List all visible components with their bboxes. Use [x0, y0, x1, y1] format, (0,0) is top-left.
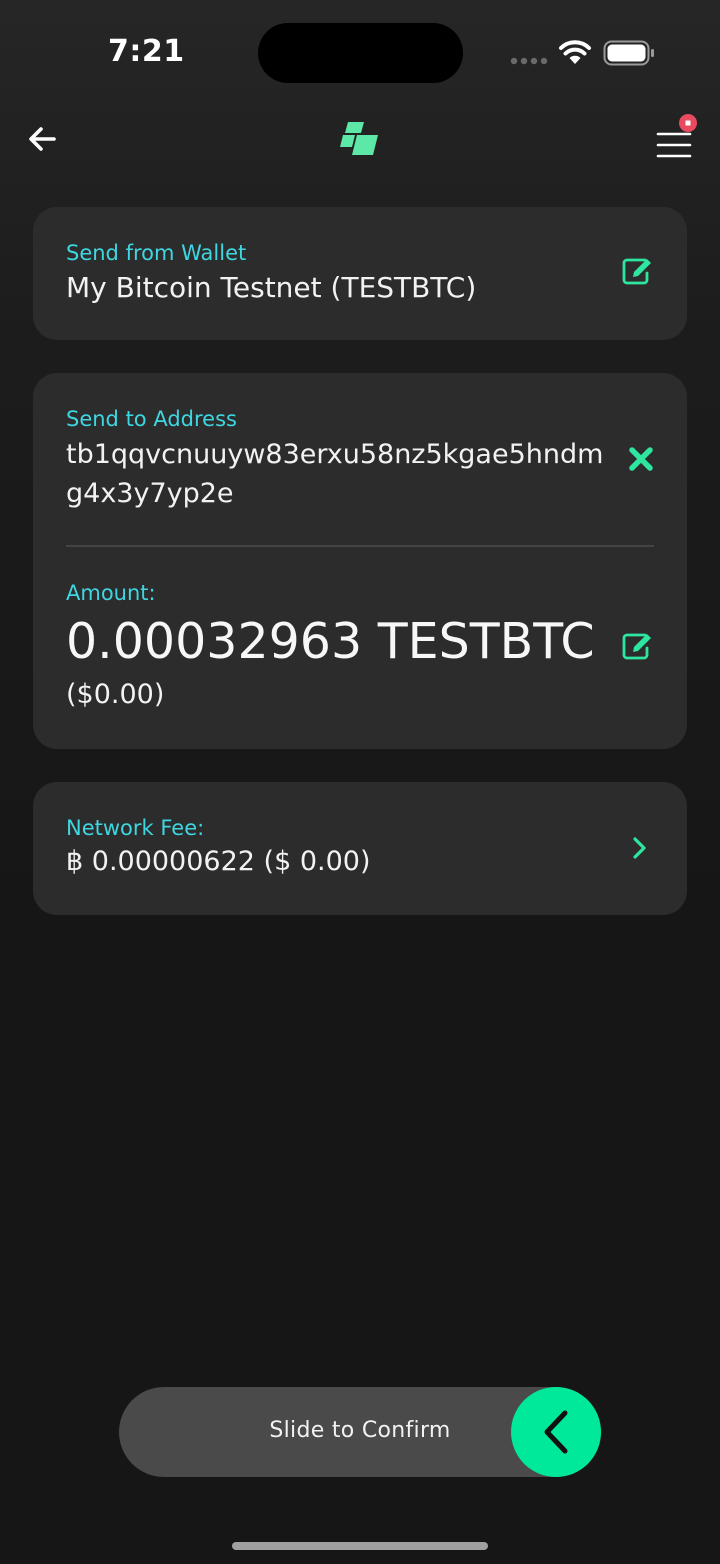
network-fee-value: ฿ 0.00000622 ($ 0.00): [66, 846, 371, 877]
wallet-name-value: My Bitcoin Testnet (TESTBTC): [66, 271, 477, 304]
dynamic-island: [258, 23, 463, 83]
divider: [66, 545, 654, 547]
app-logo-icon[interactable]: [340, 121, 380, 157]
amount-fiat-value: ($0.00): [66, 679, 165, 710]
home-indicator: [232, 1542, 488, 1550]
chevron-left-icon: [544, 1410, 568, 1454]
close-x-icon[interactable]: [628, 446, 654, 472]
network-fee-card[interactable]: Network Fee: ฿ 0.00000622 ($ 0.00): [33, 782, 687, 915]
send-from-wallet-card[interactable]: Send from Wallet My Bitcoin Testnet (TES…: [33, 207, 687, 340]
send-to-address-label: Send to Address: [66, 407, 237, 431]
slide-to-confirm-slider[interactable]: Slide to Confirm: [119, 1387, 601, 1477]
send-from-wallet-label: Send from Wallet: [66, 241, 247, 265]
amount-label: Amount:: [66, 581, 156, 605]
network-fee-label: Network Fee:: [66, 816, 205, 840]
battery-icon: [603, 40, 654, 66]
send-details-card: Send to Address tb1qqvcnuuyw83erxu58nz5k…: [33, 373, 687, 749]
edit-amount-icon[interactable]: [621, 631, 655, 661]
chevron-right-icon[interactable]: [628, 834, 650, 862]
wifi-icon: [559, 40, 591, 64]
send-to-address-value[interactable]: tb1qqvcnuuyw83erxu58nz5kgae5hndmg4x3y7yp…: [66, 435, 606, 513]
slider-handle[interactable]: [511, 1387, 601, 1477]
status-bar: 7:21: [0, 0, 720, 100]
hamburger-menu-icon[interactable]: [654, 113, 698, 163]
amount-value: 0.00032963 TESTBTC: [66, 613, 595, 670]
arrow-left-icon[interactable]: [24, 119, 64, 159]
cellular-signal-icon: [510, 57, 548, 65]
nav-bar: [0, 105, 720, 175]
status-time: 7:21: [108, 34, 185, 69]
edit-wallet-icon[interactable]: [621, 256, 655, 286]
